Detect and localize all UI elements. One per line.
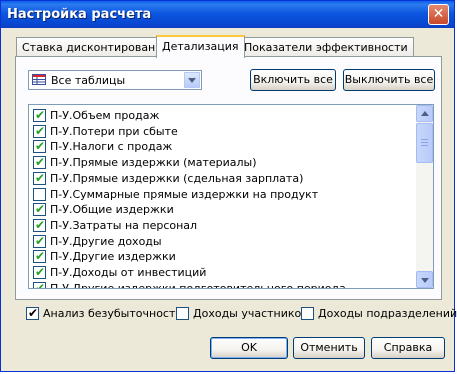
vertical-scrollbar[interactable] — [416, 105, 433, 288]
list-item-checkbox[interactable]: ✔ — [33, 123, 46, 138]
check-icon: ✔ — [35, 280, 46, 288]
table-filter-value: Все таблицы — [51, 74, 126, 87]
list-item-checkbox[interactable]: ✔ — [33, 217, 46, 232]
list-item-label: П-У.Прямые издержки (материалы) — [50, 156, 257, 170]
list-item-checkbox[interactable] — [33, 187, 46, 201]
check-icon: ✔ — [35, 123, 46, 138]
list-item-label: П-У.Другие издержки — [50, 250, 176, 264]
check-icon: ✔ — [28, 306, 39, 320]
list-item-checkbox[interactable]: ✔ — [33, 108, 46, 122]
dialog-window: Настройка расчета ✕ Ставка дисконтирован… — [0, 0, 457, 372]
participant-income-label: Доходы участников — [193, 307, 308, 320]
disable-all-button[interactable]: Выключить все — [343, 69, 435, 91]
ok-button[interactable]: OK — [210, 337, 288, 359]
list-item-label: П-У.Объем продаж — [50, 109, 160, 122]
list-item-checkbox[interactable]: ✔ — [33, 139, 46, 154]
check-icon: ✔ — [35, 170, 46, 185]
close-icon: ✕ — [432, 6, 445, 22]
tab-efficiency-indicators[interactable]: Показатели эффективности — [238, 37, 414, 57]
tab-discount-rate[interactable]: Ставка дисконтирования — [16, 37, 176, 57]
list-item-checkbox[interactable]: ✔ — [33, 249, 46, 264]
list-item-label: П-У.Другие доходы — [50, 234, 162, 248]
chevron-down-icon[interactable] — [184, 72, 200, 88]
division-income-checkbox[interactable] — [301, 307, 314, 320]
list-item-label: П-У.Суммарные прямые издержки на продукт — [50, 187, 319, 201]
check-icon: ✔ — [35, 233, 46, 248]
list-item-label: П-У.Другие издержки подготовительного пе… — [50, 282, 346, 288]
enable-all-button[interactable]: Включить все — [250, 69, 336, 91]
list-item-checkbox[interactable]: ✔ — [33, 170, 46, 185]
participant-income-checkbox[interactable] — [176, 307, 189, 320]
window-title: Настройка расчета — [7, 7, 152, 22]
table-list[interactable]: ✔ П-У.Объем продаж ✔ П-У.Потери при сбыте ✔ П… — [28, 104, 434, 289]
scroll-thumb[interactable] — [416, 123, 433, 163]
check-icon: ✔ — [35, 155, 46, 170]
check-icon: ✔ — [35, 249, 46, 264]
scroll-down-button[interactable] — [416, 271, 433, 288]
table-list-items: ✔ П-У.Объем продаж ✔ П-У.Потери при сбыте ✔ П… — [29, 105, 416, 288]
list-item-checkbox[interactable]: ✔ — [33, 155, 46, 170]
title-bar[interactable]: Настройка расчета ✕ — [1, 1, 454, 28]
breakeven-checkbox[interactable]: ✔ — [26, 306, 39, 320]
list-item-checkbox[interactable]: ✔ — [33, 202, 46, 217]
list-item-label: П-У.Затраты на персонал — [50, 218, 198, 232]
list-item-label: П-У.Потери при сбыте — [50, 124, 178, 138]
breakeven-label: Анализ безубыточности — [43, 307, 183, 320]
list-item-label: П-У.Доходы от инвестиций — [50, 266, 207, 279]
table-filter-select[interactable]: Все таблицы — [28, 70, 202, 90]
list-item-label: П-У.Общие издержки — [50, 203, 174, 217]
tab-detailing[interactable]: Детализация — [156, 35, 245, 58]
close-button[interactable]: ✕ — [428, 4, 449, 25]
help-button[interactable]: Справка — [371, 337, 445, 359]
list-item-checkbox[interactable]: ✔ — [33, 265, 46, 279]
list-item-checkbox[interactable]: ✔ — [33, 280, 46, 288]
cancel-button[interactable]: Отменить — [293, 337, 365, 359]
scroll-up-button[interactable] — [416, 105, 433, 122]
check-icon: ✔ — [35, 139, 46, 154]
division-income-label: Доходы подразделений — [318, 307, 457, 320]
tables-icon — [32, 74, 46, 85]
list-item-label: П-У.Налоги с продаж — [50, 140, 173, 154]
list-item-checkbox[interactable]: ✔ — [33, 233, 46, 248]
check-icon: ✔ — [35, 202, 46, 217]
list-item-label: П-У.Прямые издержки (сдельная зарплата) — [50, 171, 304, 185]
check-icon: ✔ — [35, 265, 46, 279]
check-icon: ✔ — [35, 108, 46, 122]
check-icon: ✔ — [35, 217, 46, 232]
